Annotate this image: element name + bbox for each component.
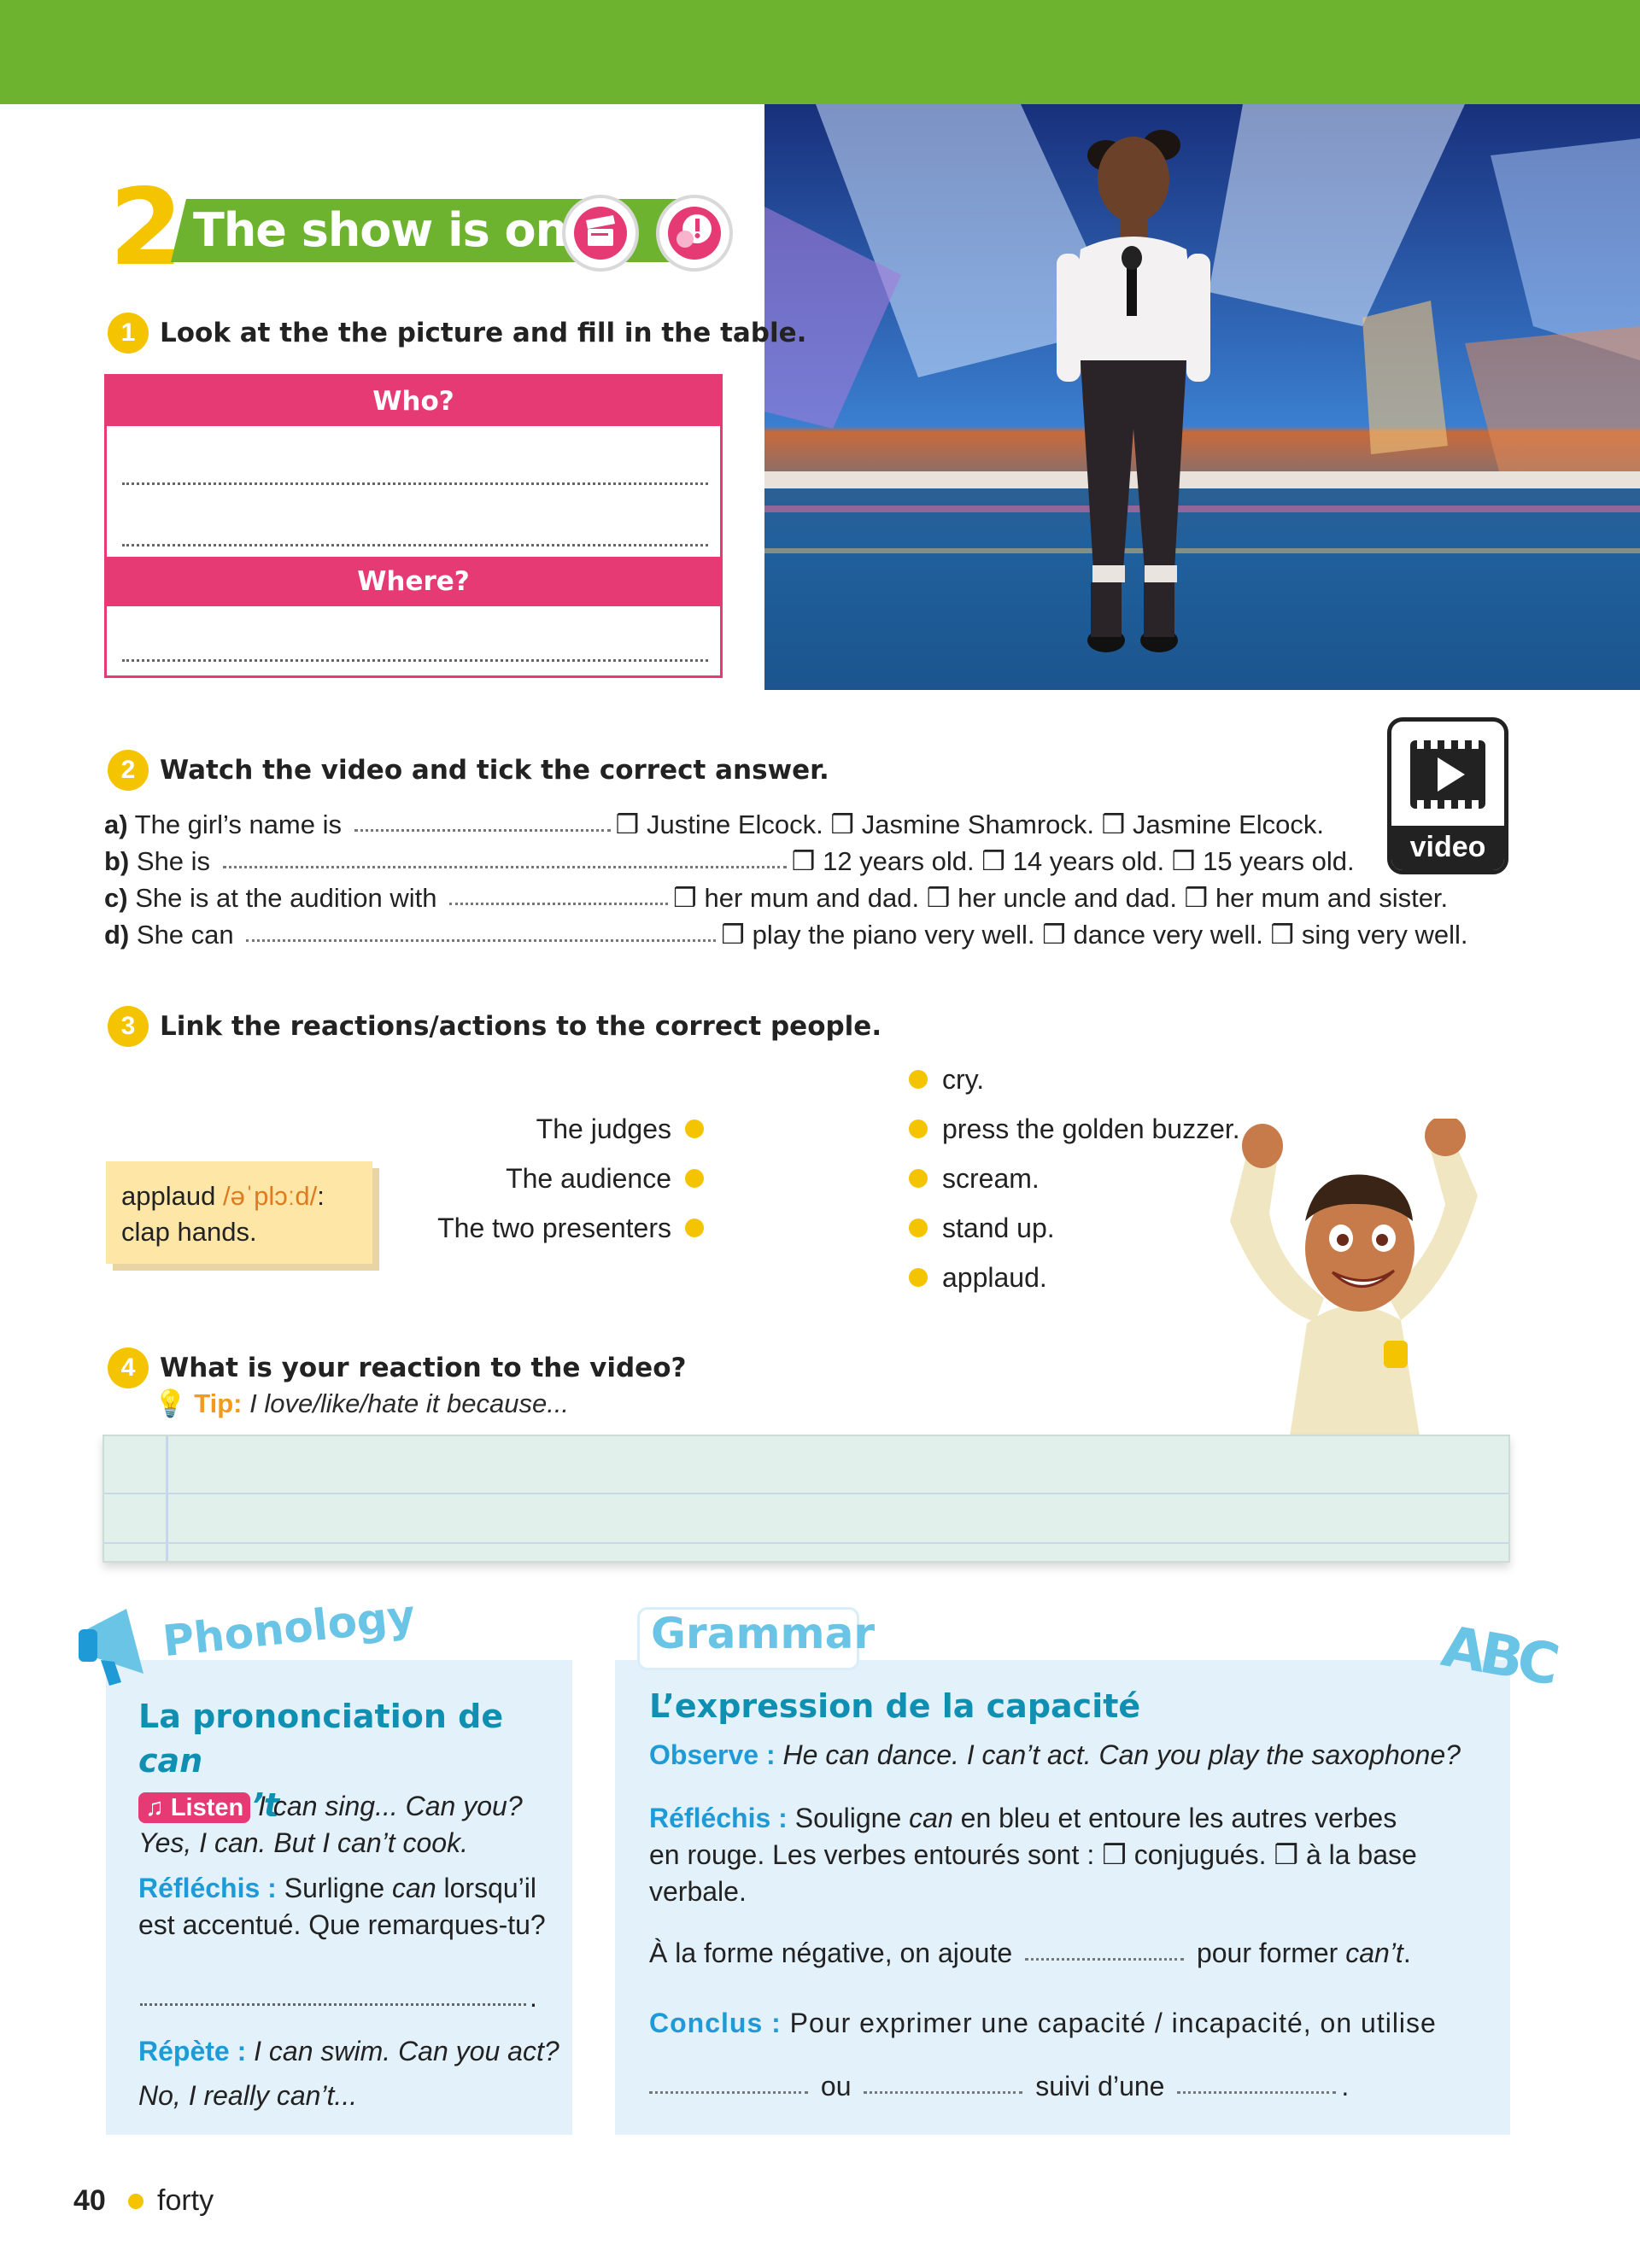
vocabulary-note: applaud /əˈplɔːd/: clap hands. (106, 1161, 372, 1264)
link-dot[interactable] (685, 1119, 704, 1138)
exercise-instruction: Link the reactions/actions to the correc… (160, 1011, 882, 1042)
person-presenters: The two presenters (437, 1213, 671, 1243)
answer-line[interactable] (246, 939, 717, 942)
note-definition: clap hands. (121, 1217, 257, 1247)
item-letter: d) (104, 920, 130, 950)
talent-show-photo (764, 104, 1640, 690)
person-audience: The audience (506, 1163, 671, 1194)
grammar-reflechis: Réfléchis : Souligne can en bleu et ento… (649, 1803, 1417, 1907)
page-word: forty (157, 2184, 214, 2217)
footer-dot (128, 2194, 144, 2209)
lightbulb-icon: 💡 (154, 1388, 187, 1418)
answer-line[interactable] (354, 829, 611, 832)
phonology-reflechis: Réfléchis : Surligne can lorsqu’il est a… (138, 1873, 546, 1940)
answer-line[interactable] (122, 659, 708, 662)
item-letter: b) (104, 846, 130, 876)
speech-bubble-exclamation-icon (656, 195, 733, 272)
item-prompt: The girl’s name is (134, 810, 342, 839)
grammar-conclus-line: ou suivi d’une . (649, 2068, 1349, 2105)
link-dot[interactable] (909, 1268, 928, 1287)
answer-line[interactable] (1025, 1958, 1185, 1961)
lesson-number: 2 (109, 167, 183, 289)
link-dot[interactable] (909, 1070, 928, 1089)
phonology-repete: Répète : I can swim. Can you act? No, I … (138, 2036, 559, 2111)
link-dot[interactable] (685, 1219, 704, 1237)
action-applaud: applaud. (942, 1262, 1047, 1293)
item-options[interactable]: ❒ play the piano very well. ❒ dance very… (721, 920, 1467, 950)
question-d: d) She can ❒ play the piano very well. ❒… (104, 918, 1468, 952)
exercise-instruction: What is your reaction to the video? (160, 1353, 687, 1383)
item-prompt: She is (136, 846, 211, 876)
exercise-instruction: Watch the video and tick the correct ans… (160, 755, 829, 786)
exercise-number: 4 (108, 1347, 149, 1388)
link-dot[interactable] (909, 1219, 928, 1237)
grammar-title: L’expression de la capacité (649, 1687, 1141, 1725)
link-dot[interactable] (909, 1169, 928, 1188)
tip-label: Tip: (194, 1388, 243, 1418)
action-scream: scream. (942, 1163, 1040, 1194)
item-letter: c) (104, 883, 128, 913)
item-prompt: She can (136, 920, 234, 950)
answer-line[interactable] (449, 903, 669, 905)
action-cry: cry. (942, 1064, 985, 1095)
question-b: b) She is ❒ 12 years old. ❒ 14 years old… (104, 845, 1355, 879)
note-phonetic: /əˈplɔːd/ (222, 1181, 318, 1211)
where-header: Where? (107, 557, 720, 606)
question-a: a) The girl’s name is ❒ Justine Elcock. … (104, 808, 1324, 842)
answer-line[interactable] (1177, 2091, 1337, 2094)
page-number: 40 (73, 2184, 106, 2217)
note-word: applaud (121, 1181, 216, 1211)
item-options[interactable]: ❒ Justine Elcock. ❒ Jasmine Shamrock. ❒ … (616, 810, 1324, 839)
page-title: The show is on! (193, 203, 589, 257)
item-letter: a) (104, 810, 128, 839)
note-colon: : (317, 1181, 325, 1211)
who-header: Who? (107, 377, 720, 426)
tip: 💡 Tip: I love/like/hate it because... (154, 1387, 569, 1421)
exercise-number: 3 (108, 1006, 149, 1047)
item-options[interactable]: ❒ her mum and dad. ❒ her uncle and dad. … (673, 883, 1448, 913)
who-where-table: Who? Where? (104, 374, 723, 678)
clapperboard-icon (562, 195, 639, 272)
megaphone-icon (75, 1597, 178, 1695)
link-dot[interactable] (685, 1169, 704, 1188)
grammar-observe: Observe : He can dance. I can’t act. Can… (649, 1739, 1461, 1770)
answer-line[interactable] (649, 2091, 808, 2094)
line-period: . (530, 1982, 537, 2013)
exercise-number: 2 (108, 750, 149, 791)
grammar-conclus: Conclus : Pour exprimer une capacité / i… (649, 2008, 1437, 2038)
grammar-negative: À la forme négative, on ajoute pour form… (649, 1938, 1411, 1968)
exercise-instruction: Look at the the picture and fill in the … (160, 318, 807, 348)
question-c: c) She is at the audition with ❒ her mum… (104, 881, 1448, 915)
video-icon[interactable]: video (1387, 717, 1508, 874)
answer-writing-area[interactable] (102, 1435, 1510, 1563)
top-banner (0, 0, 1640, 104)
answer-line[interactable] (222, 866, 787, 868)
listen-button[interactable]: ♫ Listen (138, 1792, 251, 1823)
video-label: video (1391, 826, 1504, 870)
answer-line[interactable] (122, 482, 708, 485)
tip-text: I love/like/hate it because... (249, 1388, 570, 1418)
grammar-label: Grammar (651, 1609, 876, 1658)
cheering-boy-illustration (1196, 1115, 1512, 1436)
person-judges: The judges (536, 1114, 671, 1144)
answer-line[interactable] (122, 544, 708, 547)
action-stand-up: stand up. (942, 1213, 1055, 1243)
item-prompt: She is at the audition with (135, 883, 437, 913)
link-dot[interactable] (909, 1119, 928, 1138)
phonology-listen: ♫ Listen I can sing... Can you? Yes, I c… (138, 1788, 565, 1862)
answer-line[interactable] (864, 2091, 1023, 2094)
item-options[interactable]: ❒ 12 years old. ❒ 14 years old. ❒ 15 yea… (792, 846, 1355, 876)
phonology-label: Phonology (160, 1590, 418, 1667)
exercise-number: 1 (108, 313, 149, 354)
answer-line[interactable] (140, 2003, 526, 2006)
